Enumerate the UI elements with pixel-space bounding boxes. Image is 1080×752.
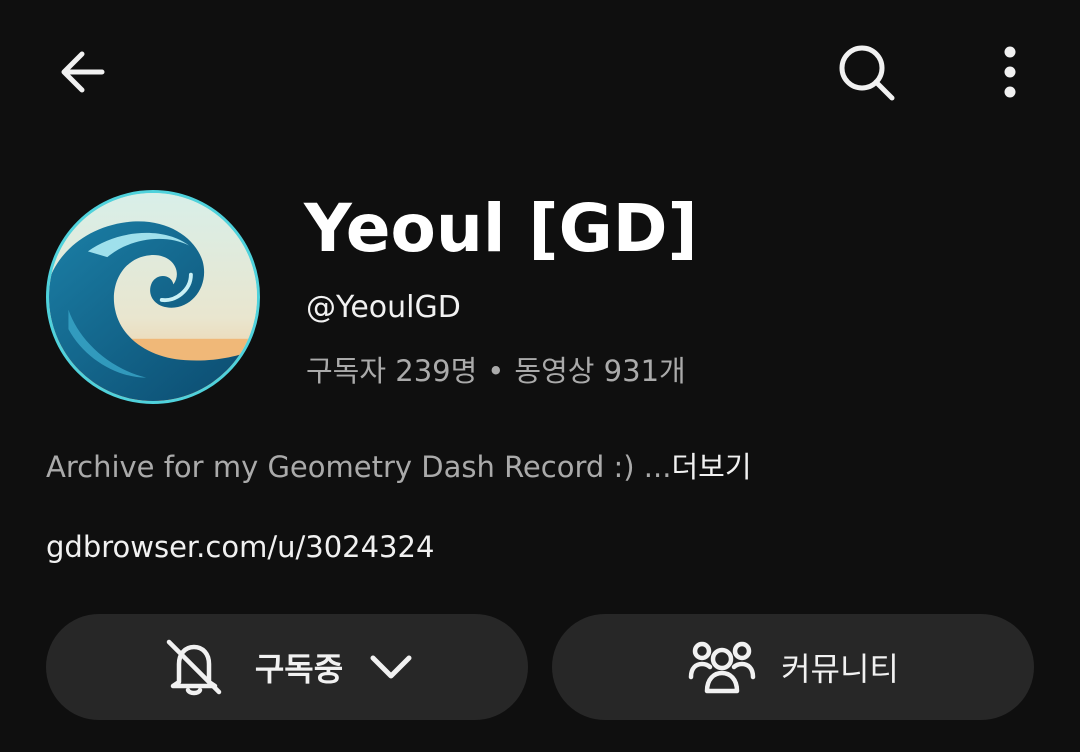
arrow-left-icon bbox=[61, 51, 105, 93]
stats-separator: • bbox=[487, 354, 505, 388]
channel-link[interactable]: gdbrowser.com/u/3024324 bbox=[46, 530, 434, 564]
subscribed-button[interactable]: 구독중 bbox=[46, 614, 528, 720]
search-icon bbox=[839, 45, 895, 101]
channel-avatar[interactable] bbox=[46, 190, 260, 404]
back-button[interactable] bbox=[40, 30, 124, 114]
subscriber-count: 구독자 239명 bbox=[306, 354, 478, 388]
search-button[interactable] bbox=[824, 30, 908, 114]
more-options-button[interactable] bbox=[968, 30, 1052, 114]
community-label: 커뮤니티 bbox=[781, 650, 899, 688]
channel-handle: @YeoulGD bbox=[306, 290, 461, 325]
channel-name: Yeoul [GD] bbox=[304, 190, 698, 267]
channel-stats: 구독자 239명 • 동영상 931개 bbox=[306, 348, 686, 390]
wave-avatar-icon bbox=[49, 193, 257, 401]
channel-description[interactable]: Archive for my Geometry Dash Record :) .… bbox=[46, 444, 752, 486]
bell-off-icon bbox=[161, 634, 227, 700]
community-button[interactable]: 커뮤니티 bbox=[552, 614, 1034, 720]
more-link[interactable]: 더보기 bbox=[671, 450, 751, 484]
chevron-down-icon bbox=[369, 652, 413, 682]
video-count: 동영상 931개 bbox=[514, 354, 686, 388]
more-vertical-icon bbox=[1004, 46, 1016, 98]
people-icon bbox=[687, 637, 757, 697]
subscribed-label: 구독중 bbox=[254, 650, 344, 688]
description-text: Archive for my Geometry Dash Record :) .… bbox=[46, 450, 672, 484]
